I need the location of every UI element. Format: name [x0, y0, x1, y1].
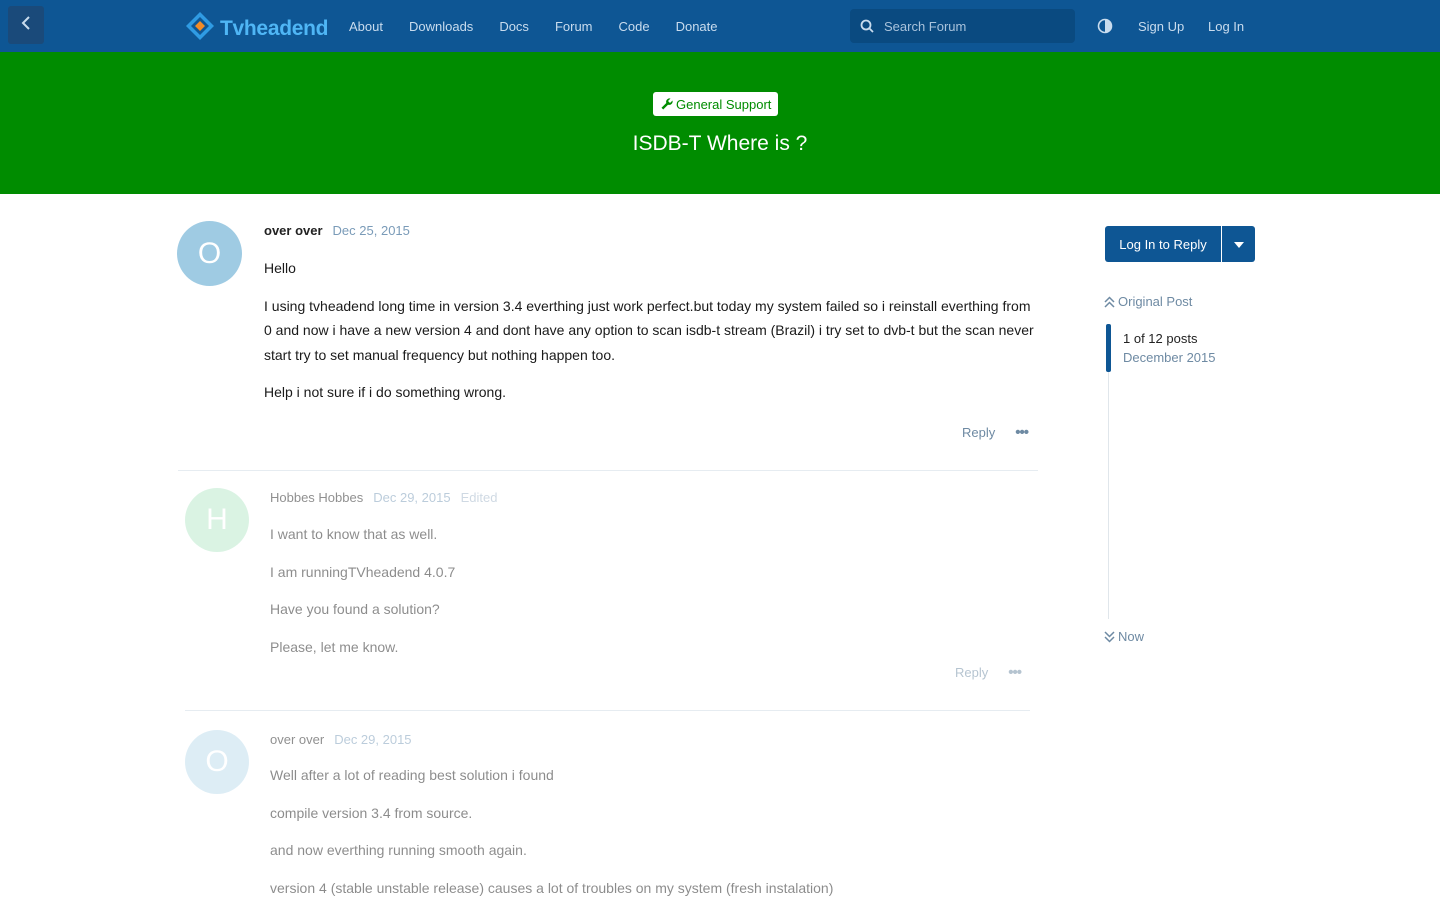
post-paragraph: I am runningTVheadend 4.0.7: [270, 563, 456, 580]
search-input[interactable]: [882, 17, 1066, 35]
avatar-initial: H: [206, 503, 228, 536]
post-body: I want to know that as well. I am runnin…: [270, 522, 1030, 659]
post-author[interactable]: Hobbes Hobbes: [270, 490, 363, 505]
more-options-icon[interactable]: •••: [1008, 664, 1022, 681]
more-options-icon[interactable]: •••: [1015, 424, 1029, 441]
original-post-label: Original Post: [1118, 294, 1193, 309]
post-date[interactable]: Dec 29, 2015: [373, 490, 450, 505]
nav-forum[interactable]: Forum: [555, 19, 593, 34]
wrench-icon: [660, 97, 674, 111]
tag-label: General Support: [676, 96, 772, 112]
nav-docs[interactable]: Docs: [499, 19, 529, 34]
tvheadend-logo-icon: [184, 10, 216, 47]
reply-button-group: Log In to Reply: [1105, 226, 1255, 262]
site-logo[interactable]: Tvheadend: [184, 10, 328, 47]
nav-about[interactable]: About: [349, 19, 383, 34]
nav-downloads[interactable]: Downloads: [409, 19, 473, 34]
nav-donate[interactable]: Donate: [676, 19, 718, 34]
post-paragraph: I using tvheadend long time in version 3…: [264, 297, 1034, 363]
post-paragraph: version 4 (stable unstable release) caus…: [270, 879, 834, 896]
post-paragraph: and now everthing running smooth again.: [270, 842, 527, 858]
post-date[interactable]: Dec 25, 2015: [333, 223, 410, 238]
avatar-initial: O: [197, 236, 222, 270]
chevron-left-icon: [21, 15, 31, 36]
post-meta: Hobbes Hobbes Dec 29, 2015 Edited: [270, 490, 497, 505]
post-paragraph: Hello: [264, 260, 296, 276]
edited-label[interactable]: Edited: [461, 490, 498, 505]
post-meta: over over Dec 25, 2015: [264, 223, 420, 238]
post-paragraph: compile version 3.4 from source.: [270, 804, 473, 821]
search-icon: [860, 19, 874, 33]
double-chevron-down-icon: [1104, 630, 1115, 643]
caret-down-icon: [1233, 235, 1244, 253]
avatar[interactable]: O: [177, 221, 242, 286]
reply-button[interactable]: Reply: [955, 665, 988, 680]
avatar-initial: O: [205, 745, 229, 778]
discussion-title: ISDB-T Where is ?: [632, 132, 808, 155]
post-author[interactable]: over over: [270, 732, 324, 747]
top-navbar: Tvheadend About Downloads Docs Forum Cod…: [0, 0, 1440, 52]
log-in-to-reply-button[interactable]: Log In to Reply: [1105, 226, 1221, 262]
original-post-link[interactable]: Original Post: [1104, 294, 1192, 309]
post-date[interactable]: Dec 29, 2015: [334, 732, 411, 747]
main-nav: About Downloads Docs Forum Code Donate: [349, 0, 744, 52]
scrubber-handle[interactable]: [1106, 324, 1111, 372]
post-divider: [185, 710, 1030, 711]
nav-code[interactable]: Code: [619, 19, 650, 34]
tag-general-support[interactable]: General Support: [653, 92, 779, 116]
reply-dropdown-button[interactable]: [1222, 226, 1255, 262]
post-author[interactable]: over over: [264, 223, 323, 238]
post-actions: Reply •••: [955, 664, 1022, 681]
brand-name: Tvheadend: [220, 16, 329, 40]
avatar[interactable]: H: [185, 488, 249, 552]
post-paragraph: Have you found a solution?: [270, 601, 440, 617]
double-chevron-up-icon: [1104, 295, 1115, 308]
now-label: Now: [1118, 629, 1145, 644]
scrubber-month: December 2015: [1123, 350, 1216, 365]
now-link[interactable]: Now: [1104, 629, 1144, 644]
post-divider: [178, 470, 1038, 471]
post-paragraph: Well after a lot of reading best solutio…: [270, 767, 554, 783]
back-button[interactable]: [8, 6, 44, 44]
theme-toggle-icon[interactable]: [1096, 17, 1114, 35]
scrubber-count: 1 of 12 posts: [1123, 331, 1198, 346]
sign-up-link[interactable]: Sign Up: [1138, 19, 1184, 34]
post-body: Well after a lot of reading best solutio…: [270, 763, 1030, 900]
avatar[interactable]: O: [185, 730, 249, 794]
reply-button[interactable]: Reply: [962, 425, 995, 440]
log-in-link[interactable]: Log In: [1208, 19, 1244, 34]
post-meta: over over Dec 29, 2015: [270, 732, 422, 747]
post-actions: Reply •••: [962, 424, 1029, 441]
post-body: Hello I using tvheadend long time in ver…: [264, 256, 1039, 405]
post-paragraph: I want to know that as well.: [270, 526, 438, 542]
post-paragraph: Please, let me know.: [270, 638, 399, 655]
discussion-hero: General Support ISDB-T Where is ?: [0, 52, 1440, 194]
post-paragraph: Help i not sure if i do something wrong.: [264, 384, 507, 400]
search-box[interactable]: [850, 9, 1075, 43]
